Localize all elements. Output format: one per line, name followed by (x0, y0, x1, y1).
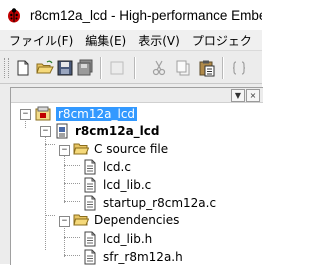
workspace-icon (35, 106, 51, 121)
c-source-collapse-toggle[interactable]: − (59, 145, 70, 156)
tree-line (64, 154, 65, 203)
toolbar (0, 51, 262, 84)
tree-line (45, 136, 46, 250)
menu-file[interactable]: ファイル(F) (0, 32, 79, 49)
tree-item-label: Dependencies (94, 213, 180, 227)
tree-item-file-lcd-lib-h[interactable]: lcd_lib.h (82, 230, 152, 248)
cut-icon[interactable] (150, 59, 168, 77)
c-file-icon (84, 177, 96, 193)
project-icon (56, 123, 68, 139)
tree-line (64, 165, 80, 166)
menu-edit[interactable]: 編集(E) (79, 32, 132, 49)
tree-item-file-lcd-c[interactable]: lcd.c (82, 158, 131, 176)
menu-project[interactable]: プロジェク (186, 32, 258, 49)
tree-line (45, 144, 55, 145)
ladybug-app-icon[interactable] (6, 7, 22, 23)
header-file-icon (84, 231, 96, 247)
tree-line (64, 201, 80, 202)
c-file-icon (84, 195, 96, 211)
window-title: r8cm12a_lcd - High-performance Embed (30, 7, 262, 23)
menu-bar: ファイル(F) 編集(E) 表示(V) プロジェク (0, 30, 262, 51)
panel-pin-button[interactable]: ▼ (231, 89, 245, 102)
panel-close-button[interactable]: × (246, 89, 260, 102)
tree-item-dependencies-folder[interactable]: Dependencies (73, 211, 179, 229)
save-icon[interactable] (56, 59, 74, 77)
tree-item-label: lcd.c (103, 160, 131, 174)
tree-item-label: r8cm12a_lcd (75, 124, 160, 138)
tree-item-file-lcd-lib-c[interactable]: lcd_lib.c (82, 176, 151, 194)
dependencies-collapse-toggle[interactable]: − (59, 216, 70, 227)
header-file-icon (84, 249, 96, 265)
tree-item-label: lcd_lib.h (103, 232, 153, 246)
folder-open-icon (73, 214, 89, 226)
tree-item-label: C source file (94, 142, 169, 156)
c-file-icon (84, 159, 96, 175)
tree-item-label: startup_r8cm12a.c (103, 196, 217, 210)
project-tree: − r8cm12a_lcd − r8cm12a_lcd − C source f… (11, 104, 263, 265)
workspace-area: ▼ × − r8cm12a_lcd − r8cm12a_lcd − C sour… (0, 84, 263, 265)
toolbar-separator-2 (134, 57, 136, 79)
tree-line (45, 215, 55, 216)
tree-line (64, 255, 80, 256)
paste-icon[interactable] (198, 59, 216, 77)
toolbar-separator (100, 57, 102, 79)
tree-line (25, 119, 26, 128)
tree-item-file-sfr-h[interactable]: sfr_r8m12a.h (82, 248, 183, 266)
tree-line (64, 237, 80, 238)
project-tree-panel: ▼ × − r8cm12a_lcd − r8cm12a_lcd − C sour… (10, 87, 263, 265)
copy-icon[interactable] (174, 59, 192, 77)
folder-open-icon (73, 143, 89, 155)
tree-item-label: sfr_r8m12a.h (103, 250, 183, 264)
bracket-icon[interactable] (230, 59, 248, 77)
open-folder-icon[interactable] (36, 59, 54, 77)
tree-item-label: r8cm12a_lcd (56, 107, 138, 121)
save-all-icon[interactable] (76, 59, 94, 77)
tree-line (64, 225, 65, 257)
tree-line (64, 183, 80, 184)
tree-item-c-source-folder[interactable]: C source file (73, 140, 168, 158)
new-file-icon[interactable] (14, 59, 32, 77)
tree-item-project[interactable]: r8cm12a_lcd (54, 122, 160, 140)
title-bar: r8cm12a_lcd - High-performance Embed (0, 0, 262, 31)
tree-item-file-startup-c[interactable]: startup_r8cm12a.c (82, 194, 216, 212)
run-icon[interactable] (108, 59, 126, 77)
tree-item-workspace[interactable]: r8cm12a_lcd (35, 105, 138, 123)
tree-item-label: lcd_lib.c (103, 178, 152, 192)
toolbar-separator-3 (222, 57, 224, 79)
workspace-collapse-toggle[interactable]: − (20, 109, 31, 120)
menu-view[interactable]: 表示(V) (132, 32, 186, 49)
panel-header: ▼ × (11, 88, 263, 103)
toolbar-grip[interactable] (4, 58, 9, 78)
project-collapse-toggle[interactable]: − (40, 126, 51, 137)
